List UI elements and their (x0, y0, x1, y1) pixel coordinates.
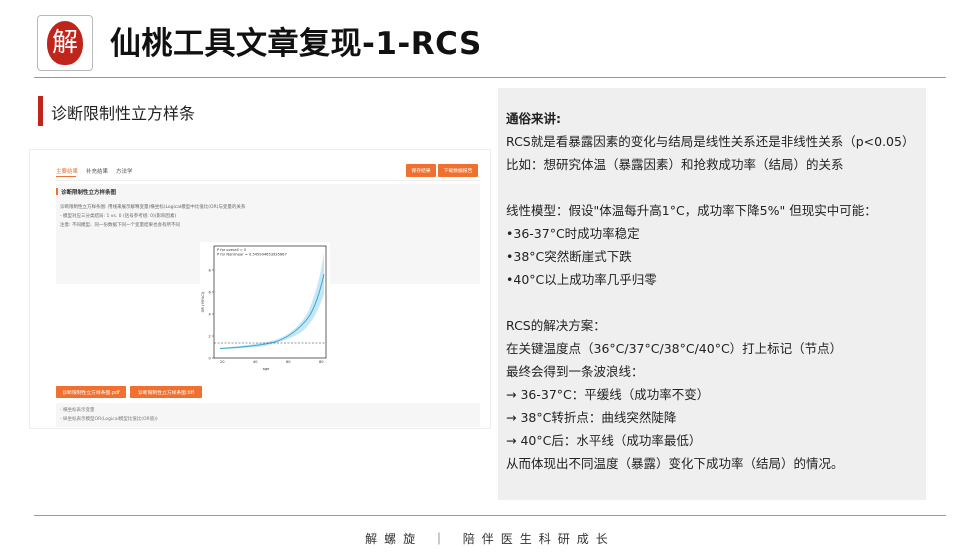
rcs-plot: 0 2 4 6 8 20 40 60 80 age OR (95%CI) P f… (200, 242, 330, 375)
logo-seal: 解 (47, 21, 83, 65)
section-accent-bar (38, 96, 43, 126)
footer-slogan: 解螺旋 ｜ 陪伴医生科研成长 (365, 532, 615, 546)
section-title: 诊断限制性立方样条 (51, 104, 196, 123)
logo: 解 (37, 15, 93, 71)
x-tick-label: 20 (220, 360, 225, 364)
explain-line: 比如：想研究体温（暴露因素）和抢救成功率（结局）的关系 (506, 157, 844, 172)
explain-line: 最终会得到一条波浪线： (506, 364, 644, 379)
x-tick-label: 80 (319, 360, 324, 364)
y-tick-label: 0 (209, 357, 212, 361)
download-pdf-button[interactable]: 诊断限制性立方样条图.pdf (56, 386, 126, 398)
plot-frame (213, 245, 327, 359)
active-tab-underline (56, 176, 76, 177)
explain-line: 在关键温度点（36°C/37°C/38°C/40°C）打上标记（节点） (506, 341, 843, 356)
panel-line: - 模型对应三分类结局: 1 vs. 0 (括号参考组: 0)(影响因素) (60, 214, 177, 219)
y-tick-label: 4 (209, 313, 212, 317)
footer-divider (34, 515, 946, 516)
tab-supplementary-results[interactable]: 补充结果 (86, 167, 108, 175)
y-tick-label: 2 (209, 335, 211, 339)
panel-accent-bar (56, 188, 58, 195)
explain-line: → 38°C转折点：曲线突然陡降 (506, 410, 677, 425)
explain-line: 线性模型：假设"体温每升高1°C，成功率下降5%" 但现实中可能： (506, 203, 877, 218)
tab-methods[interactable]: 方法学 (116, 167, 133, 175)
x-tick-label: 60 (286, 360, 291, 364)
notes-panel: - 横坐标表示变量 - 纵坐标表示模型OR(Logical模型比值比(OR值)) (56, 403, 480, 427)
legend-overall: P for overall = 0 (217, 248, 247, 252)
tab-divider (56, 180, 480, 181)
panel-line: 诊断限制性立方样条图: 用线来展示解释变量(横坐标)Logical模型中比值比(… (60, 205, 246, 210)
rcs-plot-svg: 0 2 4 6 8 20 40 60 80 age OR (95%CI) P f… (201, 245, 327, 371)
explain-line: → 40°C后：水平线（成功率最低） (506, 433, 702, 448)
confidence-band (220, 252, 324, 349)
note-line: - 横坐标表示变量 (60, 408, 95, 413)
explain-line: •40°C以上成功率几乎归零 (506, 272, 657, 287)
x-axis-label: age (263, 367, 270, 371)
download-tiff-button[interactable]: 诊断限制性立方样条图.tiff (130, 386, 202, 398)
explain-line: RCS就是看暴露因素的变化与结局是线性关系还是非线性关系（p<0.05） (506, 134, 915, 149)
explain-line: → 36-37°C：平缓线（成功率不变） (506, 387, 710, 402)
x-tick-label: 40 (253, 360, 258, 364)
explain-line: 从而体现出不同温度（暴露）变化下成功率（结局）的情况。 (506, 456, 844, 471)
app-screenshot: 主要结果 补充结果 方法学 保存结果 下载数据报告 诊断限制性立方样条图 诊断限… (30, 150, 490, 428)
explain-line: •38°C突然断崖式下跌 (506, 249, 632, 264)
explain-line: •36-37°C时成功率稳定 (506, 226, 640, 241)
panel-title: 诊断限制性立方样条图 (61, 190, 117, 196)
panel-line: 注意: 不同模型、同一份数据下同一个变量结果也会有所不同 (60, 223, 180, 228)
explain-line: 通俗来讲: (506, 111, 561, 126)
page-title: 仙桃工具文章复现-1-RCS (110, 26, 482, 62)
save-results-button[interactable]: 保存结果 (406, 164, 436, 177)
tab-main-results[interactable]: 主要结果 (56, 167, 78, 175)
y-axis-label: OR (95%CI) (201, 291, 205, 312)
legend-nonlinear: P for Nonlinear = 0.545994653935667 (217, 253, 287, 257)
download-report-button[interactable]: 下载数据报告 (438, 164, 478, 177)
header-divider (34, 77, 946, 78)
y-tick-label: 8 (209, 269, 212, 273)
explanation-panel: 通俗来讲: RCS就是看暴露因素的变化与结局是线性关系还是非线性关系（p<0.0… (498, 88, 926, 500)
result-tabs: 主要结果 补充结果 方法学 (56, 167, 133, 175)
y-tick-label: 6 (209, 291, 212, 295)
explain-line: RCS的解决方案： (506, 318, 606, 333)
note-line: - 纵坐标表示模型OR(Logical模型比值比(OR值)) (60, 417, 158, 422)
